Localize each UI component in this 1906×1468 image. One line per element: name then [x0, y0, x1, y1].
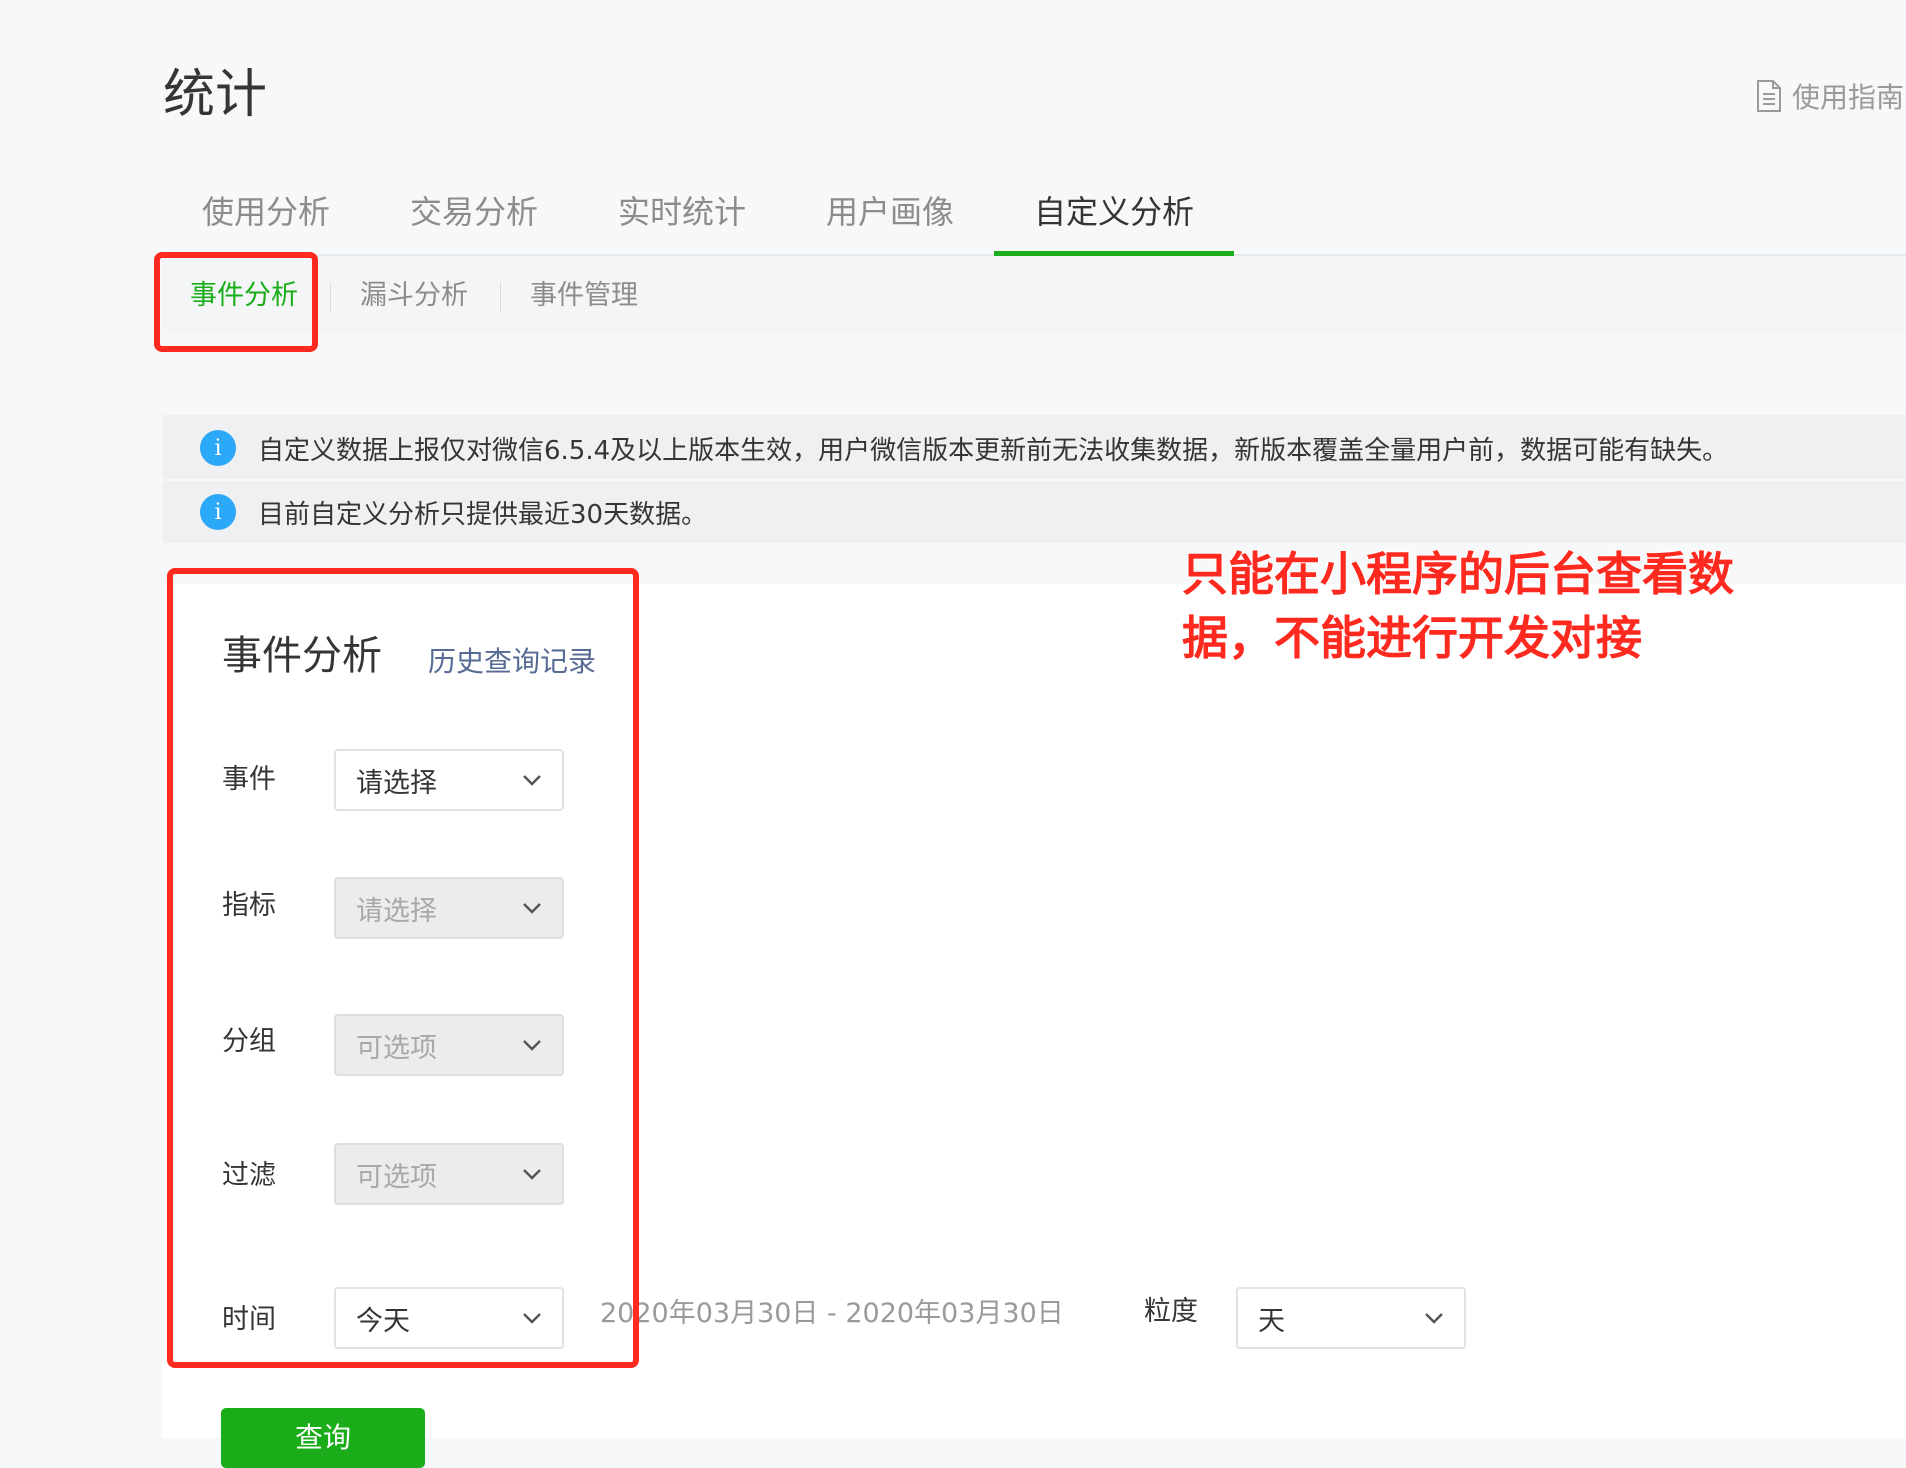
tab-usage-analysis[interactable]: 使用分析: [202, 188, 330, 248]
granularity-label: 粒度: [1144, 1296, 1198, 1327]
notice-text: 目前自定义分析只提供最近30天数据。: [258, 499, 708, 530]
notice-item: i 自定义数据上报仅对微信6.5.4及以上版本生效，用户微信版本更新前无法收集数…: [200, 426, 1728, 470]
tab-custom-analysis[interactable]: 自定义分析: [1034, 188, 1194, 248]
subtab-funnel-analysis[interactable]: 漏斗分析: [360, 272, 468, 320]
page-title: 统计: [163, 65, 268, 125]
info-icon: i: [200, 494, 236, 530]
granularity-select[interactable]: 天: [1236, 1287, 1466, 1349]
subtab-separator: [500, 282, 501, 312]
info-icon: i: [200, 430, 236, 466]
notice-text: 自定义数据上报仅对微信6.5.4及以上版本生效，用户微信版本更新前无法收集数据，…: [258, 435, 1729, 466]
annotation-text: 只能在小程序的后台查看数据，不能进行开发对接: [1182, 547, 1734, 665]
tab-user-portrait[interactable]: 用户画像: [826, 188, 954, 248]
granularity-select-value: 天: [1258, 1305, 1285, 1337]
highlight-box-panel: [167, 568, 639, 1368]
subtab-separator: [330, 282, 331, 312]
tab-transaction-analysis[interactable]: 交易分析: [410, 188, 538, 248]
notice-item: i 目前自定义分析只提供最近30天数据。: [200, 490, 707, 534]
highlight-box-subtab: [154, 252, 318, 352]
query-button[interactable]: 查询: [221, 1408, 425, 1468]
tab-realtime-stats[interactable]: 实时统计: [618, 188, 746, 248]
chevron-down-icon: [1424, 1312, 1444, 1324]
document-icon: [1756, 79, 1782, 113]
subtab-event-management[interactable]: 事件管理: [530, 272, 638, 320]
guide-label: 使用指南: [1792, 81, 1905, 114]
guide-link[interactable]: 使用指南: [1756, 76, 1904, 116]
date-range-text: 2020年03月30日 - 2020年03月30日: [600, 1298, 1064, 1329]
